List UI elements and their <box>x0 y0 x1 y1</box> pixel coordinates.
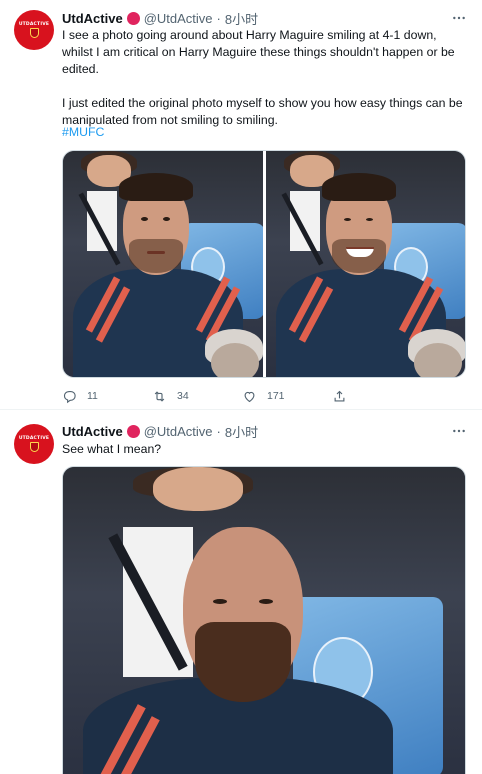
display-name[interactable]: UtdActive <box>62 11 123 26</box>
timestamp[interactable]: 8小时 <box>225 9 258 28</box>
media-grid[interactable] <box>62 150 466 378</box>
tweet[interactable]: UTDACTIVE UtdActive @UtdActive · 8小时 I s… <box>0 0 482 410</box>
avatar[interactable]: UTDACTIVE <box>14 424 54 464</box>
photo-original[interactable] <box>63 151 263 377</box>
reply-count: 11 <box>87 390 98 402</box>
tweet-text: See what I mean? <box>62 442 162 456</box>
hashtag-link[interactable]: #MUFC <box>62 125 104 139</box>
handle[interactable]: @UtdActive <box>144 424 213 439</box>
verified-badge-icon <box>126 11 140 25</box>
photo-bald-man[interactable] <box>63 467 465 774</box>
share-button[interactable] <box>332 389 422 404</box>
handle[interactable]: @UtdActive <box>144 11 213 26</box>
more-icon[interactable] <box>450 9 468 27</box>
avatar[interactable]: UTDACTIVE <box>14 10 54 50</box>
like-button[interactable]: 171 <box>242 389 332 404</box>
tweet[interactable]: UTDACTIVE UtdActive @UtdActive · 8小时 See… <box>0 410 482 774</box>
tweet-text: I see a photo going around about Harry M… <box>62 28 463 127</box>
display-name[interactable]: UtdActive <box>62 424 123 439</box>
photo-edited[interactable] <box>265 151 465 377</box>
media-photo[interactable] <box>62 466 466 774</box>
separator: · <box>216 10 221 26</box>
like-count: 171 <box>267 390 285 402</box>
reply-button[interactable]: 11 <box>62 389 152 404</box>
retweet-count: 34 <box>177 390 189 402</box>
timestamp[interactable]: 8小时 <box>225 422 258 441</box>
reply-icon <box>63 390 76 403</box>
retweet-icon <box>154 390 165 402</box>
crest-icon <box>29 28 39 38</box>
crest-icon <box>29 442 39 452</box>
retweet-button[interactable]: 34 <box>152 389 242 404</box>
share-icon <box>334 390 345 401</box>
tweet-header: UtdActive @UtdActive · 8小时 <box>62 9 258 27</box>
more-icon[interactable] <box>450 422 468 440</box>
tweet-header: UtdActive @UtdActive · 8小时 <box>62 422 258 440</box>
avatar-logo-text: UTDACTIVE <box>18 22 50 27</box>
separator: · <box>216 423 221 439</box>
verified-badge-icon <box>126 424 140 438</box>
tweet-actions: 11 34 171 <box>62 386 422 406</box>
like-icon <box>244 391 255 402</box>
avatar-logo-text: UTDACTIVE <box>18 436 50 441</box>
